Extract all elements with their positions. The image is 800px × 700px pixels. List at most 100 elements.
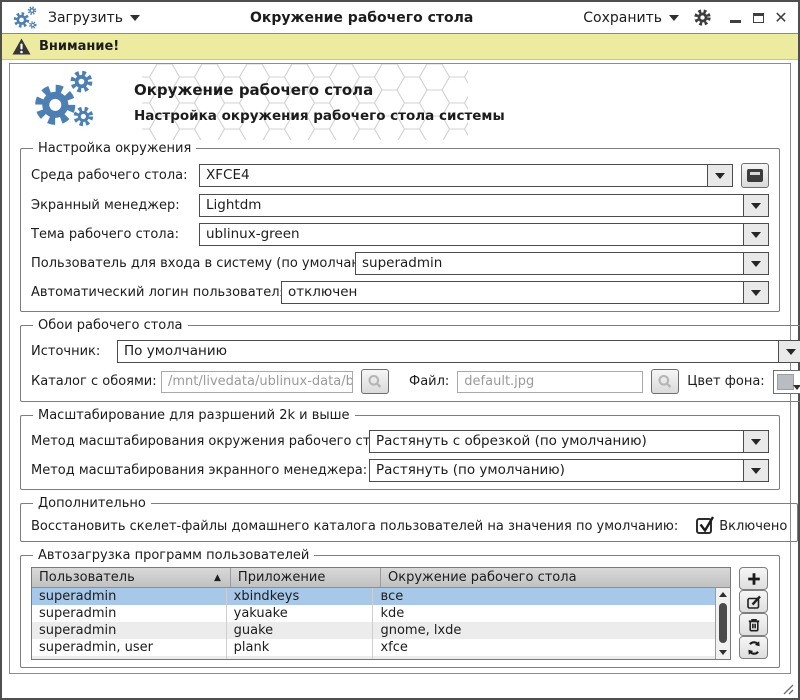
dm-scaling-row: Метод масштабирования экранного менеджер…	[31, 459, 769, 482]
chevron-down-icon	[751, 231, 761, 238]
desktop-env-install-button[interactable]	[741, 163, 769, 188]
refresh-button[interactable]	[739, 636, 768, 659]
table-rows: superadmin xbindkeys все superadmin yaku…	[32, 588, 715, 659]
theme-row: Тема рабочего стола: ublinux-green	[31, 223, 769, 246]
minimize-button[interactable]	[728, 11, 742, 25]
wallpaper-dir-browse-button[interactable]	[361, 369, 389, 394]
color-swatch	[776, 373, 794, 390]
section-wallpaper-legend: Обои рабочего стола	[38, 318, 183, 333]
bg-color-picker-button[interactable]	[772, 369, 800, 394]
save-button[interactable]: Сохранить	[583, 10, 679, 26]
chevron-down-icon	[669, 14, 679, 21]
table-scrollbar[interactable]	[715, 588, 730, 659]
skel-restore-checkbox[interactable]	[696, 516, 715, 534]
cell-user: superadmin	[32, 605, 227, 622]
delete-button[interactable]	[739, 613, 768, 636]
app-logo-gears-icon	[32, 70, 96, 134]
combo-arrow-button[interactable]	[743, 195, 768, 216]
wallpaper-file-input[interactable]: default.jpg	[457, 370, 644, 393]
scrollbar-thumb[interactable]	[719, 603, 727, 643]
table-row[interactable]: superadmin, user plank xfce	[32, 639, 715, 656]
wallpaper-file-browse-button[interactable]	[651, 369, 680, 394]
combo-arrow-button[interactable]	[743, 431, 768, 452]
cell-app: xbindkeys	[227, 588, 374, 605]
hero-text: Окружение рабочего стола Настройка окруж…	[134, 81, 505, 124]
chevron-down-icon	[751, 202, 761, 209]
cell-app: yakuake	[227, 605, 374, 622]
warning-text: Внимание!	[39, 39, 120, 54]
section-wallpaper: Обои рабочего стола Источник: По умолчан…	[20, 318, 800, 402]
table-body: superadmin xbindkeys все superadmin yaku…	[32, 588, 730, 659]
dm-scaling-value: Растянуть (по умолчанию)	[376, 462, 565, 478]
skel-restore-toggle: Включено	[696, 516, 788, 534]
chevron-down-icon	[785, 348, 796, 355]
table-row[interactable]: superadmin guake gnome, lxde	[32, 622, 715, 639]
edit-pencil-icon	[746, 595, 761, 609]
column-header-app[interactable]: Приложение	[231, 568, 381, 587]
desktop-scaling-label: Метод масштабирования окружения рабочего…	[31, 434, 399, 449]
desktop-env-value: XFCE4	[206, 167, 250, 183]
cell-app: guake	[227, 622, 374, 639]
column-header-app-label: Приложение	[237, 570, 326, 585]
dm-scaling-combo[interactable]: Растянуть (по умолчанию)	[369, 459, 769, 482]
cell-desktop: xfce	[380, 640, 408, 655]
combo-arrow-button[interactable]	[777, 341, 800, 362]
cell-user: superadmin	[32, 622, 227, 639]
page-title: Окружение рабочего стола	[134, 80, 374, 99]
wallpaper-dir-label: Каталог с обоями:	[31, 374, 157, 389]
section-autostart-legend: Автозагрузка программ пользователей	[38, 548, 310, 563]
desktop-scaling-combo[interactable]: Растянуть с обрезкой (по умолчанию)	[369, 430, 769, 453]
wallpaper-source-row: Источник: По умолчанию	[31, 340, 800, 363]
login-user-combo[interactable]: superadmin	[355, 252, 769, 275]
load-button[interactable]: Загрузить	[48, 9, 141, 26]
cell-app: plank	[227, 639, 374, 656]
add-button[interactable]	[739, 567, 768, 590]
login-user-value: superadmin	[362, 255, 443, 271]
gear-icon	[694, 9, 711, 26]
skel-restore-label: Восстановить скелет-файлы домашнего ката…	[31, 518, 679, 534]
combo-arrow-button[interactable]	[707, 165, 732, 186]
plus-icon	[747, 572, 760, 585]
settings-button[interactable]	[693, 8, 712, 27]
chevron-down-icon	[792, 384, 800, 390]
maximize-button[interactable]	[751, 11, 765, 25]
login-user-row: Пользователь для входа в систему (по умо…	[31, 252, 769, 275]
titlebar: Загрузить Окружение рабочего стола Сохра…	[2, 2, 798, 34]
page-subtitle: Настройка окружения рабочего стола систе…	[134, 107, 505, 124]
combo-arrow-button[interactable]	[743, 253, 768, 274]
table-row[interactable]: superadmin yakuake kde	[32, 605, 715, 622]
edit-button[interactable]	[739, 590, 768, 613]
skel-restore-checkbox-label: Включено	[719, 518, 788, 534]
login-user-label: Пользователь для входа в систему (по умо…	[31, 256, 389, 271]
resize-grip[interactable]	[782, 683, 794, 695]
display-manager-combo[interactable]: Lightdm	[199, 194, 769, 217]
column-header-user[interactable]: Пользователь ▲	[32, 568, 231, 587]
window-controls: ✕	[728, 9, 788, 25]
combo-arrow-button[interactable]	[743, 224, 768, 245]
desktop-env-row: Среда рабочего стола: XFCE4	[31, 163, 769, 188]
column-header-desktop[interactable]: Окружение рабочего стола	[381, 568, 730, 587]
scrollbar-up-button[interactable]	[716, 588, 730, 601]
desktop-env-combo[interactable]: XFCE4	[199, 164, 733, 187]
chevron-down-icon	[751, 260, 761, 267]
chevron-down-icon	[719, 650, 727, 655]
search-icon	[368, 374, 382, 388]
wallpaper-dir-input[interactable]: /mnt/livedata/ublinux-data/b	[161, 370, 353, 393]
skel-restore-row: Восстановить скелет-файлы домашнего ката…	[31, 516, 788, 534]
wallpaper-source-combo[interactable]: По умолчанию	[117, 340, 800, 363]
close-button[interactable]: ✕	[774, 9, 788, 25]
column-header-desktop-label: Окружение рабочего стола	[387, 570, 577, 585]
table-row[interactable]: superadmin xbindkeys все	[32, 588, 715, 605]
autologin-row: Автоматический логин пользователя: отклю…	[31, 281, 769, 304]
scrollbar-down-button[interactable]	[716, 646, 730, 659]
status-bar	[2, 676, 798, 698]
combo-arrow-button[interactable]	[743, 282, 768, 303]
autologin-label: Автоматический логин пользователя:	[31, 285, 292, 300]
combo-arrow-button[interactable]	[743, 460, 768, 481]
section-extra-legend: Дополнительно	[38, 496, 146, 511]
display-manager-label: Экранный менеджер:	[31, 198, 180, 213]
theme-combo[interactable]: ublinux-green	[199, 223, 769, 246]
section-extra: Дополнительно Восстановить скелет-файлы …	[20, 496, 799, 542]
load-button-label: Загрузить	[48, 9, 124, 26]
autologin-combo[interactable]: отключен	[281, 281, 769, 304]
